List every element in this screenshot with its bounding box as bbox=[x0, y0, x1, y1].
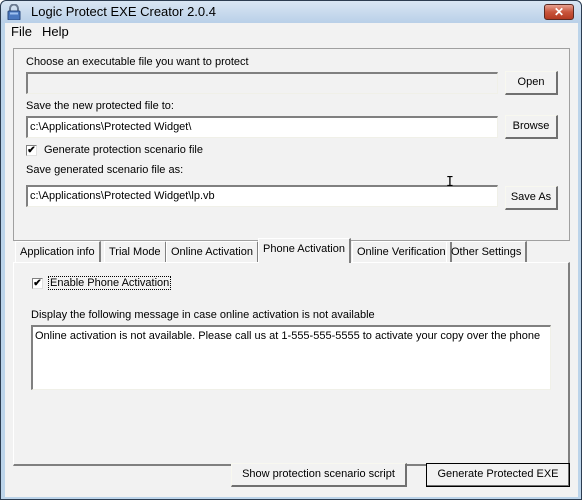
generate-exe-button[interactable]: Generate Protected EXE bbox=[426, 463, 570, 487]
enable-phone-activation-label[interactable]: Enable Phone Activation bbox=[48, 276, 172, 290]
tab-strip: Application info Trial Mode Online Activ… bbox=[13, 238, 570, 263]
file-settings-group: Choose an executable file you want to pr… bbox=[13, 48, 570, 241]
close-icon: ✕ bbox=[553, 5, 565, 19]
window-title: Logic Protect EXE Creator 2.0.4 bbox=[31, 4, 216, 19]
executable-label: Choose an executable file you want to pr… bbox=[26, 56, 249, 68]
tab-application-info[interactable]: Application info bbox=[15, 241, 101, 262]
tab-phone-activation[interactable]: Phone Activation bbox=[258, 238, 351, 263]
browse-button[interactable]: Browse bbox=[505, 115, 558, 139]
menu-bar: File Help bbox=[5, 23, 578, 42]
generate-scenario-label[interactable]: Generate protection scenario file bbox=[44, 144, 203, 156]
enable-phone-activation-checkbox[interactable]: ✔ bbox=[32, 278, 43, 289]
message-label: Display the following message in case on… bbox=[31, 309, 375, 321]
client-area: File Help Choose an executable file you … bbox=[5, 23, 578, 497]
main-window: Logic Protect EXE Creator 2.0.4 ✕ File H… bbox=[0, 0, 582, 500]
tab-online-verification[interactable]: Online Verification bbox=[352, 241, 452, 262]
save-as-button[interactable]: Save As bbox=[505, 186, 558, 210]
executable-input[interactable] bbox=[26, 72, 498, 94]
show-script-button[interactable]: Show protection scenario script bbox=[231, 463, 407, 487]
save-to-label: Save the new protected file to: bbox=[26, 100, 174, 112]
title-bar[interactable]: Logic Protect EXE Creator 2.0.4 ✕ bbox=[1, 1, 581, 23]
menu-file[interactable]: File bbox=[11, 24, 32, 39]
tab-other-settings[interactable]: Other Settings bbox=[446, 241, 528, 262]
save-to-input[interactable]: c:\Applications\Protected Widget\ bbox=[26, 116, 498, 138]
lock-icon bbox=[7, 4, 21, 20]
scenario-file-label: Save generated scenario file as: bbox=[26, 164, 184, 176]
tab-online-activation[interactable]: Online Activation bbox=[166, 241, 259, 262]
menu-help[interactable]: Help bbox=[42, 24, 69, 39]
message-textarea[interactable]: Online activation is not available. Plea… bbox=[31, 325, 551, 390]
phone-activation-panel: ✔ Enable Phone Activation Display the fo… bbox=[13, 262, 570, 466]
close-button[interactable]: ✕ bbox=[544, 4, 574, 20]
open-button[interactable]: Open bbox=[505, 71, 558, 95]
tab-trial-mode[interactable]: Trial Mode bbox=[104, 241, 167, 262]
generate-scenario-checkbox[interactable]: ✔ bbox=[26, 145, 37, 156]
enable-phone-activation-text: Enable Phone Activation bbox=[48, 276, 172, 290]
scenario-file-input[interactable]: c:\Applications\Protected Widget\lp.vb bbox=[26, 185, 498, 207]
text-cursor-icon: I bbox=[446, 175, 454, 190]
